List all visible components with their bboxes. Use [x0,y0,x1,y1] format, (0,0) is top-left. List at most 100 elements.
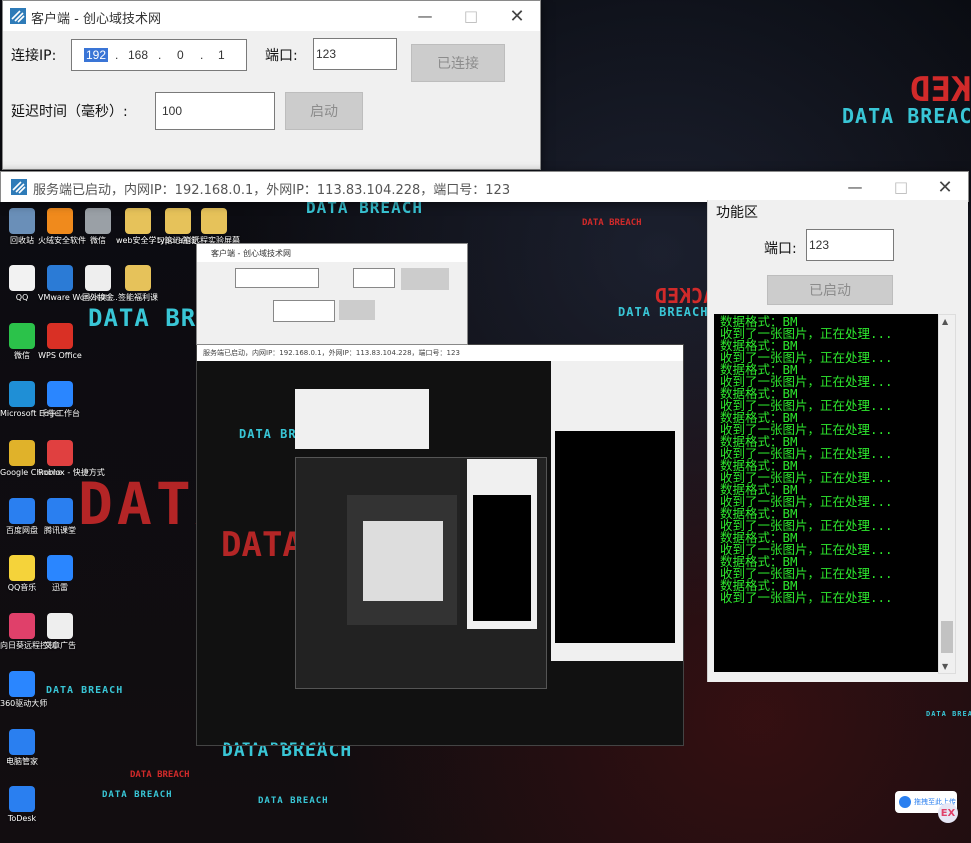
desktop-icon-label: 腾讯课堂 [44,526,76,535]
started-button[interactable]: 已启动 [767,275,893,305]
desktop-icon-label: WPS Office [38,351,82,360]
desktop-icon[interactable]: 迅雷 [38,555,82,593]
desktop-icon[interactable]: Roblox - 快捷方式 [38,440,105,478]
ip-octet-1: 192 [84,48,109,62]
maximize-button[interactable]: □ [878,172,924,202]
desktop-icon-image [9,729,35,755]
close-button[interactable]: ✕ [922,172,968,202]
port-label: 端口: [265,48,298,64]
ip-label: 连接IP: [11,48,57,64]
desktop-icon-label: ToDesk [7,814,37,823]
desktop-icon-image [165,208,191,234]
desktop-icon[interactable]: 电脑管家 [0,729,44,767]
client-window-preview: 客户端 - 创心域技术网 [196,243,468,345]
wallpaper-text: DATA BREACH [926,710,971,718]
desktop-icon-image [47,265,73,291]
desktop-icon-label: 微信 [90,236,106,245]
connect-button[interactable]: 已连接 [411,44,505,82]
desktop-icon-label: 国外换金 [82,293,114,302]
desktop-icon-image [85,208,111,234]
screen-capture-preview: 服务端已启动，内网IP：192.168.0.1，外网IP：113.83.104.… [196,344,684,746]
desktop-icon-label: Roblox - 快捷方式 [38,468,105,477]
log-line: 收到了一张图片，正在处理... [720,590,893,605]
desktop-icon-image [85,265,111,291]
desktop-icon-image [9,208,35,234]
preview-title: 服务端已启动，内网IP：192.168.0.1，外网IP：113.83.104.… [203,349,460,357]
minimize-button[interactable]: — [832,172,878,202]
desktop-icon-label: web安全学习笔记总结 [116,236,197,245]
client-titlebar[interactable]: 客户端 - 创心域技术网 — □ ✕ [3,1,540,31]
wallpaper-text: DATA BREACH [258,796,329,806]
wallpaper-text: DATA BREACH [582,218,642,228]
server-port-input[interactable]: 123 [806,229,894,261]
server-titlebar[interactable]: 服务端已启动，内网IP：192.168.0.1，外网IP：113.83.104.… [1,172,968,202]
desktop-icon[interactable]: 微信 [76,208,120,246]
wallpaper-text: HACKED [910,70,971,110]
close-button[interactable]: ✕ [494,1,540,31]
app-icon [11,179,27,195]
preview-title: 客户端 - 创心域技术网 [211,249,291,258]
window-title: 服务端已启动，内网IP：192.168.0.1，外网IP：113.83.104.… [33,183,511,198]
desktop-icon[interactable]: 腾讯课堂 [38,498,82,536]
desktop-icon-image [201,208,227,234]
function-panel-title: 功能区 [716,205,758,221]
ip-octet-3: 0 [177,48,184,62]
delay-label: 延迟时间（毫秒）: [11,104,128,120]
desktop-icon-image [9,440,35,466]
desktop-icon[interactable]: 远程实验屏幕 [192,208,240,246]
desktop-icon-image [9,786,35,812]
desktop-icon-image [9,555,35,581]
desktop-icon[interactable]: web安全学习笔记总结 [116,208,197,246]
desktop-icon-image [47,208,73,234]
desktop-icon-image [47,555,73,581]
window-title: 客户端 - 创心域技术网 [31,12,161,27]
ip-octet-2: 168 [128,48,149,62]
wallpaper-text: DATA BREACH [46,685,124,696]
desktop-icon[interactable]: 360驱动大师 [0,671,48,709]
server-window: 服务端已启动，内网IP：192.168.0.1，外网IP：113.83.104.… [0,171,969,202]
ip-address-input[interactable]: 192 . 168 . 0 . 1 [71,39,247,71]
desktop-icon[interactable]: 签能福利课 [116,265,160,303]
desktop-icon-label: 电脑管家 [6,757,38,766]
scroll-thumb[interactable] [941,621,953,653]
desktop-icon-image [9,613,35,639]
desktop-icon-image [9,671,35,697]
log-scrollbar[interactable]: ▲ ▼ [938,314,956,674]
delay-input[interactable]: 100 [155,92,275,130]
app-icon [10,8,26,24]
scroll-down-arrow[interactable]: ▼ [942,662,948,671]
log-console[interactable]: 数据格式：BM 收到了一张图片，正在处理... 数据格式：BM 收到了一张图片，正在处… [714,314,938,672]
desktop-icon-image [125,208,151,234]
desktop-icon[interactable]: 千牛工作台 [38,381,82,419]
scroll-up-arrow[interactable]: ▲ [942,317,948,326]
desktop-icon[interactable]: WPS Office [38,323,82,361]
desktop-icon[interactable]: 国外换金 [76,265,120,303]
ex-badge-icon[interactable]: EX [938,803,958,823]
desktop-icon[interactable]: ToDesk [0,786,44,824]
port-input[interactable]: 123 [313,38,397,70]
desktop-icon-image [125,265,151,291]
maximize-button[interactable]: □ [448,1,494,31]
desktop-icon[interactable]: 文章广告 [38,613,82,651]
desktop-icon-image [9,498,35,524]
ip-octet-4: 1 [218,48,225,62]
desktop-icon-image [9,323,35,349]
client-window: 客户端 - 创心域技术网 — □ ✕ 连接IP: 192 . 168 . 0 .… [2,0,541,170]
minimize-button[interactable]: — [402,1,448,31]
wallpaper-text: DATA BREACH [223,741,327,745]
cloud-icon [899,796,911,808]
desktop-icon-image [9,265,35,291]
desktop-icon-image [47,440,73,466]
wallpaper-text: DATA BREACH [130,770,190,780]
server-port-label: 端口: [764,241,797,257]
desktop-icon-image [9,381,35,407]
desktop-icon-label: 千牛工作台 [40,409,80,418]
function-panel: 功能区 端口: 123 已启动 数据格式：BM 收到了一张图片，正在处理... 数据… [707,200,968,682]
desktop-icon-label: 迅雷 [52,583,68,592]
wallpaper-text: DATA BREACH [102,790,173,800]
desktop-icon-label: 文章广告 [44,641,76,650]
start-button[interactable]: 启动 [285,92,363,130]
desktop-icon-label: 签能福利课 [118,293,158,302]
desktop-icon-label: 360驱动大师 [0,699,48,708]
desktop-icon-image [47,323,73,349]
